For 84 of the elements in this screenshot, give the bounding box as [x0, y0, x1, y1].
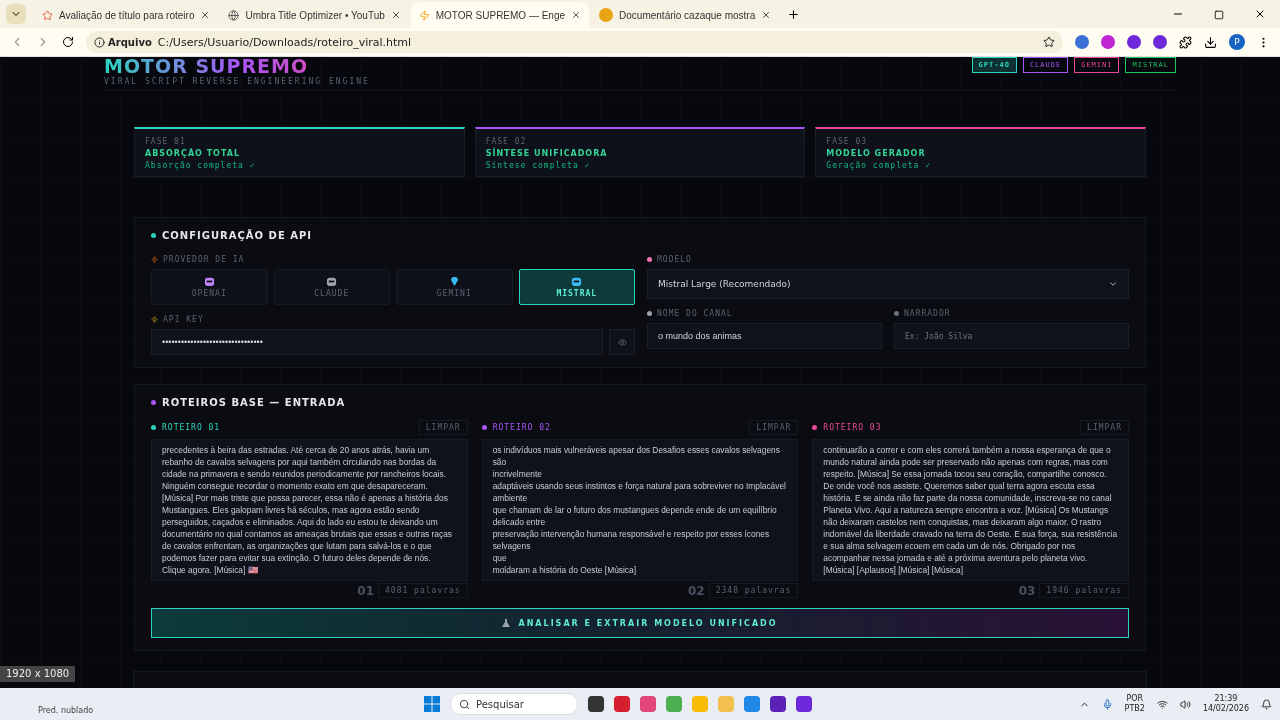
extension-icon[interactable]	[1101, 35, 1115, 49]
field-label: NARRADOR	[904, 309, 951, 318]
provider-option[interactable]: MISTRAL	[518, 269, 635, 305]
resolution-label: 1920 x 1080	[0, 666, 76, 682]
language-indicator[interactable]: POR PTB2	[1124, 694, 1145, 714]
close-window-icon[interactable]	[1254, 8, 1266, 20]
word-count: 2348 palavras	[708, 583, 799, 598]
bookmark-icon[interactable]	[1043, 36, 1055, 48]
close-icon[interactable]	[571, 10, 582, 20]
extension-icon[interactable]	[1075, 35, 1089, 49]
script-number: 01	[357, 583, 375, 598]
diamond-icon	[448, 276, 460, 287]
close-icon[interactable]	[200, 10, 211, 20]
script-number: 02	[688, 583, 705, 598]
star-icon	[42, 9, 53, 21]
info-icon	[94, 36, 105, 48]
field-label: API KEY	[163, 315, 204, 324]
address-bar[interactable]: Arquivo C:/Users/Usuario/Downloads/roteiro_viral.html	[86, 31, 1063, 53]
phase-label: FASE 03	[826, 137, 869, 146]
script-label: ROTEIRO 01	[162, 423, 221, 432]
extension-icon[interactable]	[1127, 35, 1141, 49]
close-icon[interactable]	[761, 10, 772, 20]
bolt-icon	[418, 9, 430, 21]
phase-label: FASE 02	[485, 137, 528, 146]
script-textarea[interactable]: os indivíduos mais vulneráveis apesar dos Desafios esses cavalos selvagens são incrivelmente adaptáveis usando seus instintos e força natural para sobreviver no Implacável ambiente que chamam de lar o futuro dos mustangues depende ende de um equilíbrio delicado entre preservação intervenção humana responsável e respeito por esses ícones selvagens que moldaram a história do Oeste [Música]	[481, 439, 799, 581]
close-icon[interactable]	[390, 10, 401, 20]
reload-icon[interactable]	[62, 36, 74, 48]
volume-icon[interactable]	[1179, 698, 1191, 710]
script-label: ROTEIRO 03	[823, 423, 882, 432]
word-count: 1946 palavras	[1039, 583, 1129, 598]
phase-status: Geração completa ✓	[826, 161, 933, 170]
field-label: NOME DO CANAL	[657, 309, 733, 318]
maximize-icon[interactable]	[1214, 10, 1224, 20]
word-count: 4081 palavras	[378, 583, 468, 598]
model-select[interactable]: Mistral Large (Recomendado)	[647, 269, 1129, 299]
app-subtitle: VIRAL SCRIPT REVERSE ENGINEERING ENGINE	[104, 77, 370, 86]
clock[interactable]: 21:39 14/02/2026	[1202, 694, 1249, 714]
url-text: C:/Users/Usuario/Downloads/roteiro_viral.html	[157, 35, 413, 49]
extensions-icon[interactable]	[1179, 35, 1192, 49]
api-key-field[interactable]: ••••••••••••••••••••••••••••••••	[151, 329, 603, 355]
circle-icon	[599, 8, 614, 22]
profile-avatar[interactable]: P	[1229, 34, 1245, 50]
browser-tab[interactable]: Avaliação de título para roteiro	[34, 2, 219, 28]
panel-title: ROTEIROS BASE — ENTRADA	[162, 397, 346, 408]
phase-title: ABSORÇÃO TOTAL	[145, 149, 242, 158]
bell-icon[interactable]	[1261, 698, 1272, 710]
analyze-button[interactable]: ANALISAR E EXTRAIR MODELO UNIFICADO	[151, 608, 1129, 638]
phase-status: Absorção completa ✓	[145, 161, 257, 170]
taskbar-search[interactable]: Pesquisar	[450, 693, 578, 715]
script-label: ROTEIRO 02	[492, 423, 551, 432]
browser-tab[interactable]: Documentário cazaque mostra	[591, 2, 780, 28]
search-icon	[459, 698, 470, 710]
script-number: 03	[1018, 583, 1036, 598]
download-icon[interactable]	[1204, 35, 1217, 49]
channel-field[interactable]: o mundo dos animas	[647, 323, 882, 349]
field-label: MODELO	[657, 255, 692, 264]
narrator-field[interactable]: Ex: João Silva	[894, 323, 1129, 349]
bolt-icon	[151, 256, 158, 263]
phase-status: Síntese completa ✓	[485, 161, 592, 170]
weather-text: Pred. nublado	[38, 705, 94, 715]
new-tab-icon[interactable]	[787, 8, 801, 21]
browser-tab[interactable]: MOTOR SUPREMO — Enge	[410, 2, 590, 28]
script-textarea[interactable]: continuarão a correr e com eles correrá também a nossa esperança de que o mundo natural ainda pode ser preservado não apenas com regras, mas com respeito. [Música] Se essa jornada tocou seu coração, compartilhe conosco. De onde você nos assiste. Queremos saber qual terra agora escuta essa história. E se ainda não faz parte da nossa comunidade, inscreva-se no canal Planeta Vivo. Aqui a natureza sempre encontra a voz. [Música] Os Mustangs não deixaram castelos nem conquistas, mas deixaram algo maior. O rastro indomável da liberdade cravado na terra do Oeste. E sua força, sua resistência e sua alma selvagem ecoem em cada um de nós. Obrigado por nos acompanhar nessa jornada e até a próxima aventura pelo planeta vivo. [Música] [Aplausos] [Música] [Música]	[812, 439, 1129, 581]
taskbar-icon[interactable]	[588, 696, 604, 712]
status-dot	[151, 400, 156, 405]
wifi-icon[interactable]	[1156, 698, 1168, 710]
phase-title: SÍNTESE UNIFICADORA	[485, 149, 609, 158]
taskbar-icon[interactable]	[770, 696, 786, 712]
browser-tab[interactable]: Umbra Title Optimizer • YouTub	[220, 2, 409, 28]
phase-title: MODELO GERADOR	[826, 149, 927, 158]
extension-icon[interactable]	[1153, 35, 1167, 49]
taskbar-icon[interactable]	[614, 696, 630, 712]
flask-icon	[502, 619, 511, 627]
field-label: PROVEDOR DE IA	[163, 255, 245, 264]
script-textarea[interactable]: precedentes à beira das estradas. Até cerca de 20 anos atrás, havia um rebanho de cavalos selvagens por aqui também circulando nas bordas da cidade na primavera e sendo reunidos periodicamente por rancheiros locais. Ninguém consegue recordar o momento exato em que desapareceram. [Música] Por mais triste que possa parecer, essa não é apenas a história dos Mustangues. Eles galopam livres há séculos, mas agora estão sendo perseguidos, caçados e eliminados. Aqui do lado eu estou te deixando um documentário no qual contamos as ameaças brutais que essas e outras raças de cavalos enfrentam, as organizações que lutam para salvá-los e o que podemos fazer para evitar sua extinção. O futuro deles depende de nós. Clique agora. [Música] 🇺🇸	[151, 439, 468, 581]
panel-title: CONFIGURAÇÃO DE API	[162, 230, 312, 241]
status-dot	[151, 233, 156, 238]
scheme-label: Arquivo	[108, 36, 152, 48]
taskbar-icon[interactable]	[796, 696, 812, 712]
phase-label: FASE 01	[145, 137, 187, 146]
globe-icon	[228, 9, 240, 21]
tab-list-button[interactable]	[6, 4, 26, 24]
caret-icon	[1108, 279, 1118, 289]
eye-icon	[617, 337, 627, 347]
